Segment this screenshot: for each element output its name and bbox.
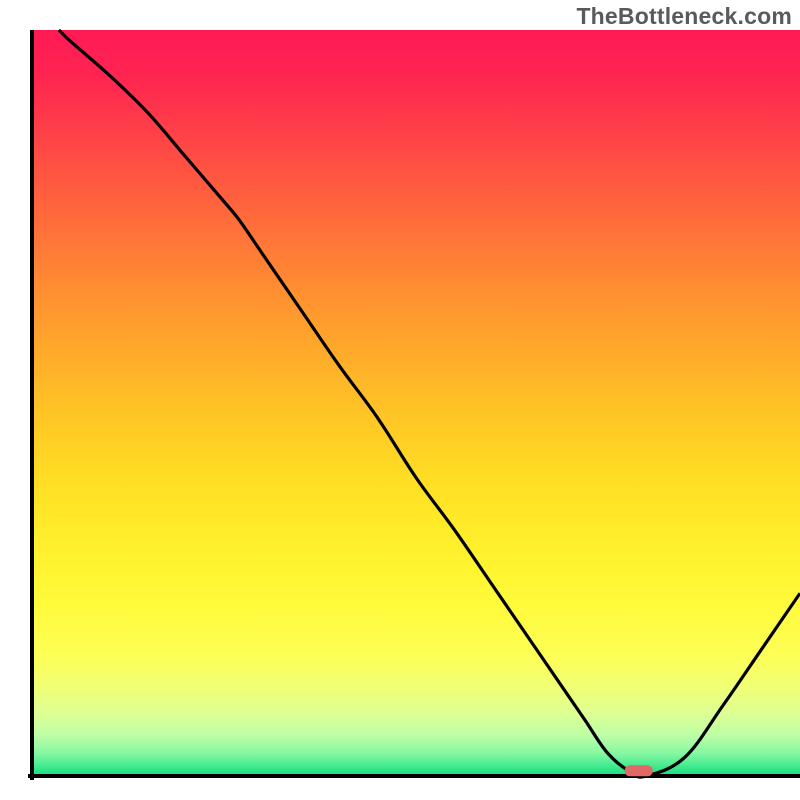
watermark-text: TheBottleneck.com bbox=[576, 3, 792, 30]
plot-background bbox=[32, 30, 800, 776]
bottleneck-chart bbox=[0, 0, 800, 800]
optimum-marker bbox=[625, 765, 653, 776]
